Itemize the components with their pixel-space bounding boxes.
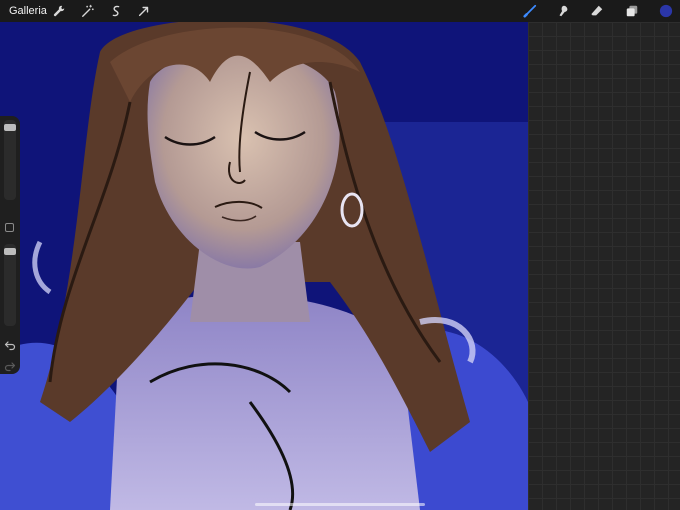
redo-icon bbox=[4, 362, 16, 372]
brush-size-slider[interactable] bbox=[4, 120, 16, 200]
smudge-button[interactable] bbox=[555, 3, 571, 19]
redo-button[interactable] bbox=[4, 359, 16, 372]
drawing-canvas[interactable] bbox=[0, 22, 528, 510]
smudge-icon bbox=[559, 5, 568, 17]
opacity-slider[interactable] bbox=[4, 244, 16, 326]
brush-icon bbox=[523, 4, 537, 18]
eraser-button[interactable] bbox=[589, 3, 605, 19]
undo-icon bbox=[4, 341, 16, 351]
sidebar bbox=[0, 116, 20, 374]
brush-size-thumb[interactable] bbox=[4, 124, 16, 131]
paint-brush-button[interactable] bbox=[522, 3, 538, 19]
adjustments-button[interactable] bbox=[80, 3, 96, 19]
offcanvas-area bbox=[528, 22, 680, 510]
opacity-thumb[interactable] bbox=[4, 248, 16, 255]
selection-button[interactable] bbox=[108, 3, 124, 19]
selection-icon bbox=[112, 5, 120, 17]
transform-arrow-icon bbox=[138, 6, 149, 17]
layers-button[interactable] bbox=[624, 3, 640, 19]
wrench-icon bbox=[53, 5, 65, 17]
color-button[interactable] bbox=[658, 3, 674, 19]
color-swatch-icon bbox=[659, 4, 673, 18]
home-indicator bbox=[255, 503, 425, 506]
modify-button[interactable] bbox=[5, 223, 14, 232]
layers-icon bbox=[626, 5, 638, 17]
eraser-icon bbox=[591, 5, 603, 16]
gallery-button[interactable]: Galleria bbox=[9, 4, 47, 18]
artwork-illustration bbox=[0, 22, 528, 510]
undo-button[interactable] bbox=[4, 338, 16, 351]
transform-button[interactable] bbox=[136, 3, 152, 19]
actions-button[interactable] bbox=[51, 3, 67, 19]
magic-wand-icon bbox=[82, 4, 94, 17]
top-toolbar: Galleria bbox=[0, 0, 680, 22]
